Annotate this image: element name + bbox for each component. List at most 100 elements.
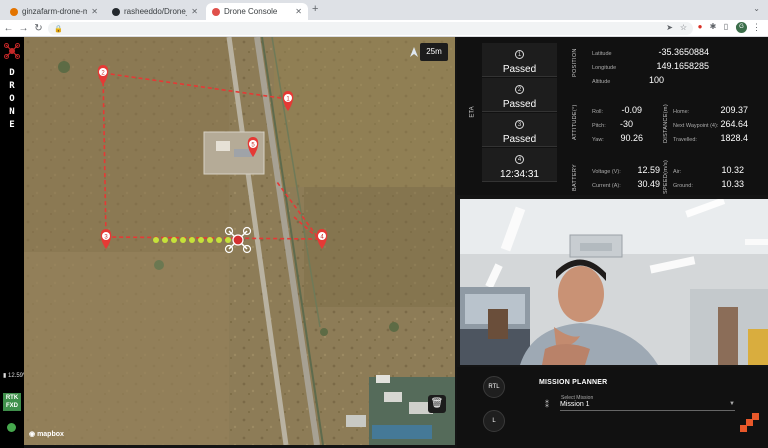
land-button[interactable]: L xyxy=(483,410,505,432)
travelled-value: 1828.4 xyxy=(720,133,748,143)
lock-icon: 🔒 xyxy=(54,25,63,33)
longitude-row: Longitude 149.1658285 xyxy=(592,61,709,71)
yaw-label: Yaw: xyxy=(592,137,604,143)
altitude-row: Altitude 100 xyxy=(592,75,664,85)
current-row: Current (A): 30.49 xyxy=(592,179,660,189)
chevron-down-icon: ▼ xyxy=(729,401,735,407)
air-speed-row: Air: 10.32 xyxy=(673,165,744,175)
map-building xyxy=(346,415,366,427)
map-field xyxy=(304,187,455,307)
distance-section-label: DISTANCE(m) xyxy=(663,104,669,143)
forward-icon[interactable]: → xyxy=(17,23,30,34)
brand-letter: D xyxy=(9,68,15,78)
longitude-label: Longitude xyxy=(592,65,617,71)
eta-card: 2 Passed xyxy=(482,78,557,112)
eta-card: 3 Passed xyxy=(482,113,557,147)
waypoint-number-badge: 3 xyxy=(515,120,524,129)
map-tree xyxy=(320,328,328,336)
tab-title: Drone Console xyxy=(224,7,278,16)
voltage-row: Voltage (V): 12.59 xyxy=(592,165,660,175)
extension-icon[interactable]: ● xyxy=(696,22,704,31)
map-tree xyxy=(58,61,70,73)
browser-tab[interactable]: rasheeddo/Drone_webrtc ✕ xyxy=(106,3,204,20)
current-label: Current (A): xyxy=(592,183,621,189)
back-icon[interactable]: ← xyxy=(2,23,15,34)
new-tab-button[interactable]: + xyxy=(312,3,318,15)
home-distance-label: Home: xyxy=(673,109,690,115)
roll-value: -0.09 xyxy=(621,105,642,115)
mission-select[interactable]: Mission 1 ▼ xyxy=(560,401,735,411)
step-by-step-logo xyxy=(740,413,759,432)
share-icon[interactable]: ➤ xyxy=(666,23,673,32)
eta-section-label: ETA xyxy=(469,106,476,118)
map-canvas[interactable]: 1 2 3 4 5 xyxy=(24,37,455,445)
air-speed-label: Air: xyxy=(673,169,682,175)
ground-speed-row: Ground: 10.33 xyxy=(673,179,744,189)
battery-section-label: BATTERY xyxy=(572,164,578,191)
favicon-icon xyxy=(212,7,220,16)
profile-avatar[interactable]: G xyxy=(736,22,747,33)
trash-icon[interactable]: 🗑 xyxy=(428,395,446,413)
mapbox-attribution[interactable]: ◉ mapbox xyxy=(29,430,64,438)
map-building xyxy=(216,141,230,151)
eta-time: 12:34:31 xyxy=(500,169,539,180)
selected-mission: Mission 1 xyxy=(560,401,590,408)
reload-icon[interactable]: ↻ xyxy=(32,23,45,34)
map-tree xyxy=(154,260,164,270)
travelled-row: Travelled: 1828.4 xyxy=(673,133,748,143)
map-building xyxy=(384,392,402,402)
rtk-label: RTK xyxy=(5,395,19,401)
camera-feed-image xyxy=(460,199,768,365)
waypoint-number-badge: 4 xyxy=(515,155,524,164)
drone-console-app: D R O N E ▮ 12.59V RTK FXD 1 2 3 4 5 25m… xyxy=(0,37,768,448)
mission-planner-panel: RTL L MISSION PLANNER Select Mission ⁑ M… xyxy=(457,367,768,448)
latitude-row: Latitude -35.3650884 xyxy=(592,47,709,57)
mission-planner-title: MISSION PLANNER xyxy=(539,379,608,386)
roll-row: Roll: -0.09 xyxy=(592,105,642,115)
satellite-map[interactable]: 1 2 3 4 5 25m 🗑 ◉ mapbox xyxy=(24,37,455,445)
map-building xyxy=(372,425,432,439)
tab-title: rasheeddo/Drone_webrtc xyxy=(124,7,187,16)
eta-status: Passed xyxy=(502,134,537,145)
sidepanel-icon[interactable]: ▯ xyxy=(722,22,730,31)
air-speed-value: 10.32 xyxy=(721,165,744,175)
longitude-value: 149.1658285 xyxy=(656,61,709,71)
altitude-label: Altitude xyxy=(592,79,611,85)
brand-wordmark: D R O N E xyxy=(0,67,24,132)
pitch-value: -30 xyxy=(619,119,633,129)
latitude-value: -35.3650884 xyxy=(658,47,709,57)
eta-status: Passed xyxy=(502,64,537,75)
close-tab-icon[interactable]: ✕ xyxy=(191,7,198,16)
brand-letter: R xyxy=(9,81,15,91)
latitude-label: Latitude xyxy=(592,51,612,57)
route-icon: ⁑ xyxy=(545,400,549,409)
tab-search-icon[interactable]: ⌄ xyxy=(753,4,760,13)
browser-tab[interactable]: ginzafarm-drone-mission ✕ xyxy=(4,3,104,20)
browser-tab-active[interactable]: Drone Console ✕ xyxy=(206,3,308,20)
bookmark-star-icon[interactable]: ☆ xyxy=(680,23,687,32)
speed-section-label: SPEED(m/s) xyxy=(663,159,669,194)
battery-icon: ▮ xyxy=(3,373,7,379)
address-bar[interactable]: 🔒 ☆ ➤ xyxy=(48,22,693,35)
brand-letter: N xyxy=(9,107,15,117)
puzzle-icon[interactable]: ✱ xyxy=(709,22,717,31)
voltage-value: 12.59 xyxy=(637,165,660,175)
connection-status-dot xyxy=(7,423,16,432)
mapbox-text: mapbox xyxy=(37,431,64,438)
map-building xyxy=(376,375,390,383)
waypoint-number-badge: 2 xyxy=(515,85,524,94)
close-tab-icon[interactable]: ✕ xyxy=(91,7,98,16)
home-distance-row: Home: 209.37 xyxy=(673,105,748,115)
brand-letter: E xyxy=(9,120,15,130)
yaw-value: 90.26 xyxy=(620,133,643,143)
eta-card: 1 Passed xyxy=(482,43,557,77)
voltage-label: Voltage (V): xyxy=(592,169,621,175)
github-icon xyxy=(112,7,120,16)
browser-menu-icon[interactable]: ⋮ xyxy=(752,22,761,33)
rtl-button[interactable]: RTL xyxy=(483,376,505,398)
rtk-fix-label: FXD xyxy=(6,403,18,409)
close-tab-icon[interactable]: ✕ xyxy=(295,7,302,16)
pitch-label: Pitch: xyxy=(592,123,606,129)
next-waypoint-value: 264.64 xyxy=(720,119,748,129)
person-face xyxy=(558,266,604,322)
